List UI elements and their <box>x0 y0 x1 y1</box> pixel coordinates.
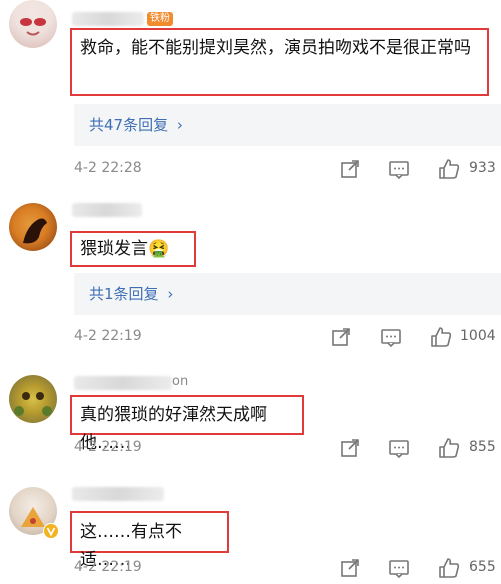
like-icon[interactable] <box>438 437 460 459</box>
share-icon[interactable] <box>339 437 361 459</box>
like-icon[interactable] <box>438 557 460 579</box>
like-count: 655 <box>469 559 496 575</box>
comment-text-highlighted: 猥琐发言🤮 <box>70 231 196 267</box>
comment-item: 猥琐发言🤮 共1条回复 › 4-2 22:19 1004 <box>0 185 501 355</box>
view-replies-link[interactable]: 共1条回复 › <box>89 283 173 304</box>
avatar-image <box>14 392 52 416</box>
timestamp: 4-2 22:19 <box>74 328 142 344</box>
chevron-right-icon: › <box>176 116 183 134</box>
comment-item: on 真的猥琐的好渾然天成啊他…… 4-2 22:19 855 <box>0 365 501 475</box>
avatar-image <box>20 18 46 36</box>
share-icon[interactable] <box>339 158 361 180</box>
like-count: 855 <box>469 439 496 455</box>
comment-meta: 4-2 22:19 1004 <box>74 325 501 349</box>
comment-meta: 4-2 22:19 855 <box>74 436 501 460</box>
view-replies-link[interactable]: 共47条回复 › <box>89 114 183 135</box>
like-count: 1004 <box>460 328 496 344</box>
comment-text-highlighted: 真的猥琐的好渾然天成啊他…… <box>70 395 304 453</box>
comment-meta: 4-2 22:28 933 <box>74 157 501 181</box>
verified-badge-icon <box>43 523 59 539</box>
username-blurred[interactable] <box>74 376 172 390</box>
comment-icon[interactable] <box>388 557 410 579</box>
share-icon[interactable] <box>330 326 352 348</box>
comment-meta: 4-2 22:19 655 <box>74 556 501 580</box>
comment-text: 猥琐发言 <box>80 239 148 259</box>
reply-summary[interactable]: 共47条回复 › <box>74 104 501 146</box>
fan-badge: 铁粉 <box>147 12 173 26</box>
timestamp: 4-2 22:28 <box>74 160 142 176</box>
username-blurred[interactable] <box>72 12 144 26</box>
username-blurred[interactable] <box>72 203 142 217</box>
comment-icon[interactable] <box>388 158 410 180</box>
comment-text-highlighted: 救命，能不能别提刘昊然，演员拍吻戏不是很正常吗 <box>70 28 489 96</box>
share-icon[interactable] <box>339 557 361 579</box>
comment-icon[interactable] <box>388 437 410 459</box>
comment-text: 救命，能不能别提刘昊然，演员拍吻戏不是很正常吗 <box>80 38 471 58</box>
avatar[interactable] <box>9 375 57 423</box>
avatar[interactable] <box>9 0 57 48</box>
comment-icon[interactable] <box>380 326 402 348</box>
like-count: 933 <box>469 160 496 176</box>
username-suffix: on <box>172 374 189 389</box>
like-icon[interactable] <box>438 158 460 180</box>
comment-text-highlighted: 这……有点不适…… <box>70 511 229 570</box>
reply-summary[interactable]: 共1条回复 › <box>74 273 501 315</box>
timestamp: 4-2 22:19 <box>74 439 142 455</box>
nauseated-emoji-icon: 🤮 <box>148 239 170 259</box>
like-icon[interactable] <box>430 326 452 348</box>
avatar-image <box>23 218 47 244</box>
comment-item: 铁粉 救命，能不能别提刘昊然，演员拍吻戏不是很正常吗 共47条回复 › 4-2 … <box>0 0 501 185</box>
username-blurred[interactable] <box>72 487 164 501</box>
comment-item: 这……有点不适…… 4-2 22:19 655 <box>0 475 501 584</box>
avatar[interactable] <box>9 203 57 251</box>
timestamp: 4-2 22:19 <box>74 559 142 575</box>
chevron-right-icon: › <box>167 285 174 303</box>
